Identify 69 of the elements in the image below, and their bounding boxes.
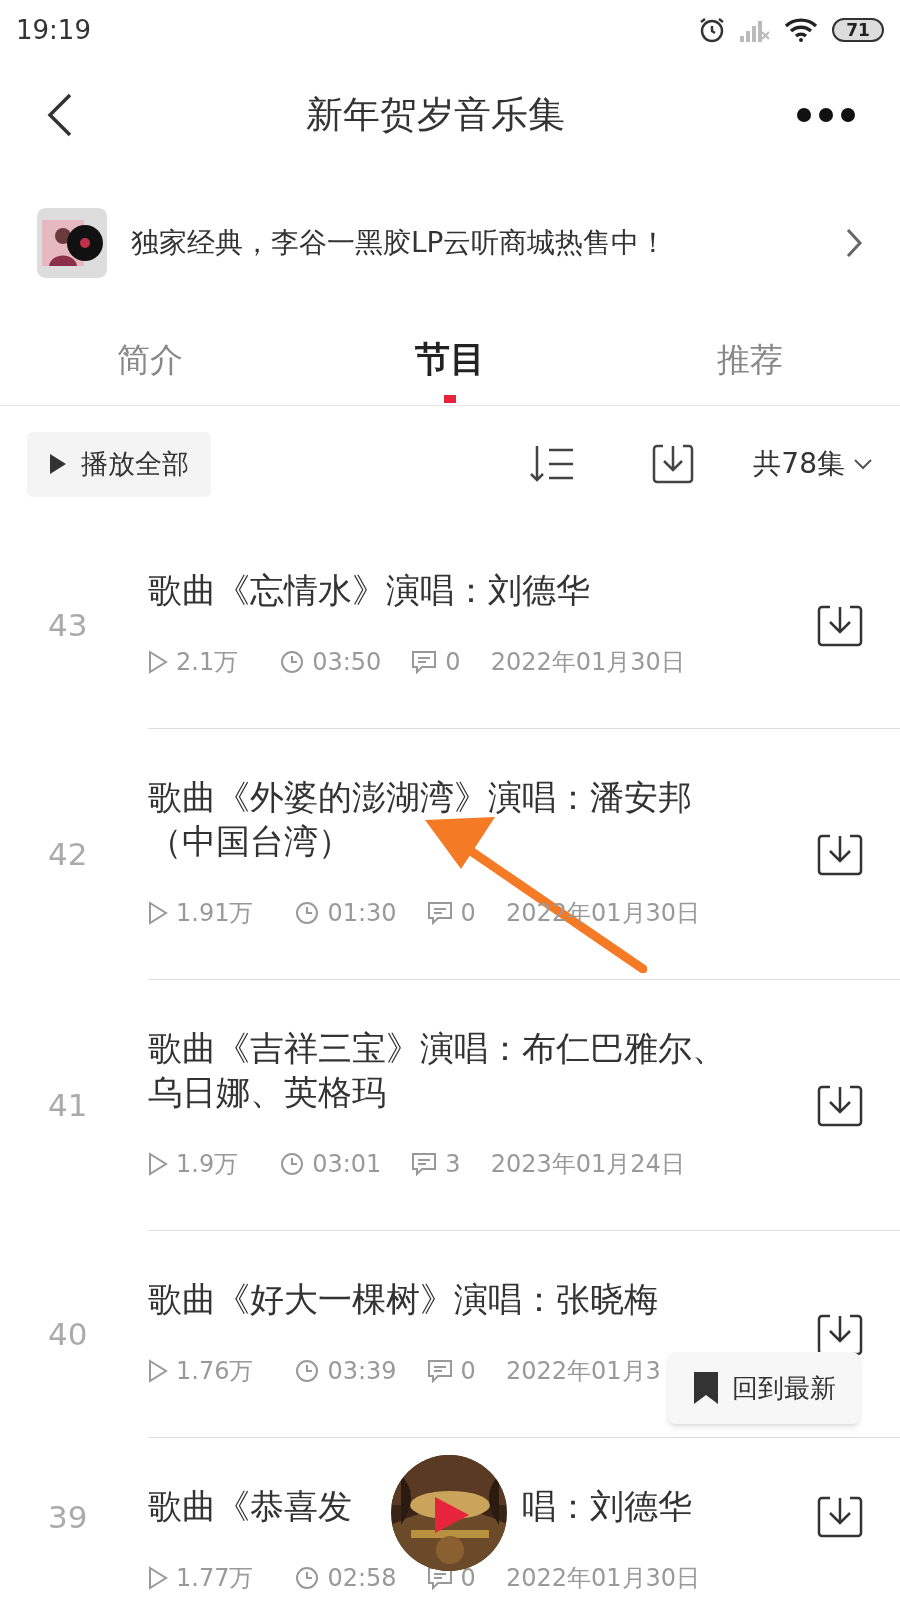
- comment-count: 0: [460, 1356, 476, 1387]
- play-count-icon: [148, 1566, 168, 1590]
- sort-icon[interactable]: [529, 444, 576, 484]
- episode-title[interactable]: 唱：刘德华: [522, 1484, 692, 1528]
- comment-count: 3: [445, 1149, 461, 1180]
- play-count-icon: [148, 1152, 168, 1176]
- clock-icon: [295, 1566, 320, 1590]
- clock-icon: [295, 901, 320, 925]
- episode-title[interactable]: 歌曲《恭喜发: [148, 1484, 352, 1528]
- play-count: 2.1万: [176, 647, 239, 678]
- signal-icon: [740, 18, 770, 42]
- download-icon[interactable]: [816, 1494, 864, 1540]
- episode-number: 40: [48, 1316, 88, 1353]
- episode-date: 2022年01月3: [505, 1356, 661, 1387]
- comment-icon: [411, 1152, 438, 1176]
- comment-count: 0: [445, 647, 461, 678]
- caret-icon: [853, 458, 873, 470]
- status-time: 19:19: [16, 13, 91, 47]
- banner-text: 独家经典，李谷一黑胶LP云听商城热售中！: [131, 225, 669, 261]
- alarm-icon: [698, 16, 726, 44]
- clock-icon: [280, 1152, 305, 1176]
- download-icon[interactable]: [651, 442, 696, 486]
- play-count-icon: [148, 1359, 168, 1383]
- episode-number: 42: [48, 836, 88, 873]
- play-icon: [49, 453, 67, 475]
- comment-count: 0: [460, 898, 476, 929]
- wifi-icon: [784, 17, 818, 43]
- promo-banner[interactable]: 独家经典，李谷一黑胶LP云听商城热售中！: [0, 200, 900, 286]
- episode-number: 43: [48, 607, 88, 644]
- episode-title[interactable]: 歌曲《忘情水》演唱：刘德华: [148, 568, 590, 612]
- tab-indicator: [444, 395, 456, 403]
- clock-icon: [280, 650, 305, 674]
- episode-number: 39: [48, 1498, 88, 1535]
- back-to-latest-toast[interactable]: 回到最新: [668, 1352, 860, 1424]
- duration: 03:39: [327, 1356, 397, 1387]
- play-all-button[interactable]: 播放全部: [27, 431, 211, 497]
- tab[interactable]: 节目: [300, 314, 600, 405]
- duration: 01:30: [327, 898, 397, 929]
- episode-title[interactable]: 歌曲《好大一棵树》演唱：张晓梅: [148, 1277, 658, 1321]
- bookmark-icon: [692, 1370, 720, 1406]
- tab[interactable]: 推荐: [600, 314, 900, 405]
- duration: 03:50: [312, 647, 382, 678]
- comment-icon: [426, 901, 453, 925]
- duration: 02:58: [327, 1563, 397, 1594]
- play-icon[interactable]: [433, 1495, 471, 1535]
- episode-title[interactable]: 歌曲《外婆的澎湖湾》演唱：潘安邦（中国台湾）: [148, 775, 738, 863]
- play-count-icon: [148, 901, 168, 925]
- comment-icon: [411, 650, 438, 674]
- episode-number: 41: [48, 1087, 88, 1124]
- episode-title[interactable]: 歌曲《吉祥三宝》演唱：布仁巴雅尔、乌日娜、英格玛: [148, 1026, 738, 1114]
- chevron-right-icon: [845, 227, 863, 259]
- duration: 03:01: [312, 1149, 382, 1180]
- page-title: 新年贺岁音乐集: [305, 92, 565, 139]
- clock-icon: [295, 1359, 320, 1383]
- play-count: 1.76万: [176, 1356, 254, 1387]
- comment-count: 0: [460, 1563, 476, 1594]
- play-count: 1.91万: [176, 898, 254, 929]
- battery-indicator: 71: [832, 18, 884, 42]
- play-count-icon: [148, 650, 168, 674]
- episode-date: 2022年01月30日: [505, 1563, 701, 1594]
- comment-icon: [426, 1359, 453, 1383]
- episode-count-dropdown[interactable]: 共78集: [753, 443, 873, 485]
- episode-date: 2022年01月30日: [490, 647, 685, 678]
- more-icon[interactable]: [796, 107, 856, 123]
- episode-date: 2023年01月24日: [490, 1149, 685, 1180]
- album-cover-icon: [37, 208, 107, 278]
- play-count: 1.77万: [176, 1563, 254, 1594]
- play-count: 1.9万: [176, 1149, 239, 1180]
- tab[interactable]: 简介: [0, 314, 300, 405]
